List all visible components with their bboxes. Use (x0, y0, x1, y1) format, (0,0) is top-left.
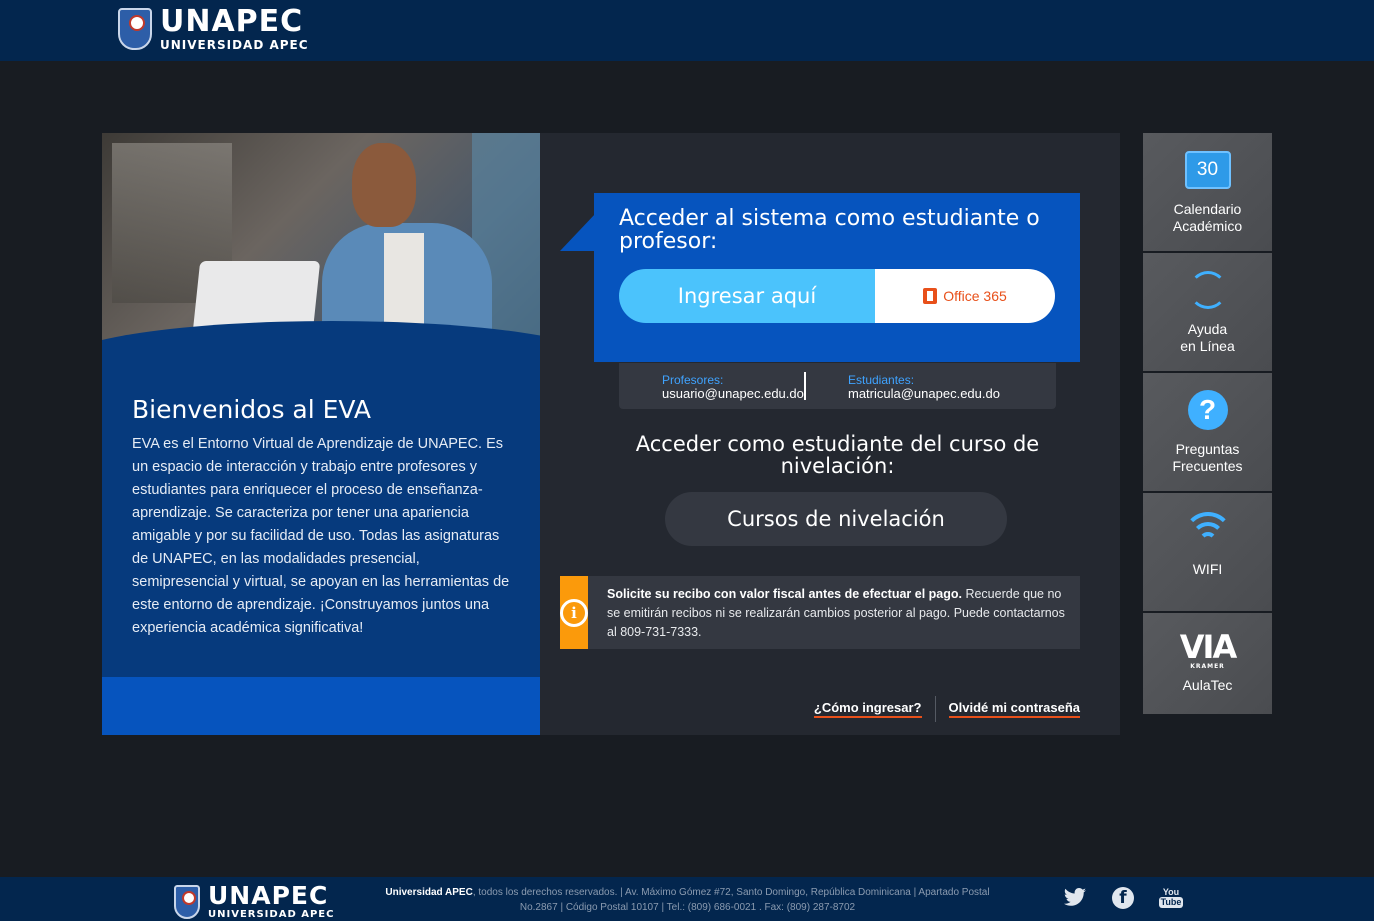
hint-students-value: matricula@unapec.edu.do (848, 386, 1000, 401)
hint-divider (804, 372, 806, 400)
login-title: Acceder al sistema como estudiante o pro… (619, 206, 1040, 254)
logo-subtitle: UNIVERSIDAD APEC (160, 38, 309, 52)
logo-title: UNAPEC (160, 4, 304, 39)
login-box-pointer (560, 213, 596, 251)
ingresar-button[interactable]: Ingresar aquí (619, 269, 875, 323)
footer-line2: No.2867 | Código Postal 10107 | Tel.: (8… (519, 902, 856, 913)
help-online-icon (1188, 271, 1227, 309)
welcome-footer-bar (102, 677, 540, 735)
notice-text: Solicite su recibo con valor fiscal ante… (588, 576, 1080, 649)
unapec-logo[interactable]: UNAPEC UNIVERSIDAD APEC (118, 7, 309, 51)
footer-logo-subtitle: UNIVERSIDAD APEC (208, 909, 335, 920)
footer-org: Universidad APEC (385, 887, 473, 898)
sidebar-item-aulatec[interactable]: VIA KRAMER AulaTec (1143, 613, 1272, 714)
how-to-login-link[interactable]: ¿Cómo ingresar? (813, 700, 922, 718)
youtube-tube-text: Tube (1158, 897, 1184, 908)
sidebar-label: Académico (1172, 218, 1243, 234)
help-links: ¿Cómo ingresar? Olvidé mi contraseña (813, 695, 1080, 723)
leveling-courses-button[interactable]: Cursos de nivelación (665, 492, 1007, 546)
welcome-title: Bienvenidos al EVA (132, 395, 372, 424)
unapec-shield-icon (118, 8, 152, 50)
info-icon: i (560, 598, 588, 627)
sidebar-label: Preguntas (1175, 441, 1240, 457)
social-links: f You Tube (1062, 885, 1208, 911)
via-logo-text: VIA (1179, 627, 1237, 666)
sidebar-item-calendar[interactable]: 30 Calendario Académico (1143, 133, 1272, 251)
sidebar-item-faq[interactable]: ? Preguntas Frecuentes (1143, 373, 1272, 491)
welcome-panel: Bienvenidos al EVA EVA es el Entorno Vir… (102, 133, 540, 735)
calendar-icon: 30 (1184, 151, 1231, 189)
sidebar-label: en Línea (1180, 338, 1235, 354)
sidebar-label: WIFI (1192, 561, 1223, 577)
footer-logo-title: UNAPEC (208, 881, 329, 910)
hint-professors-label: Profesores: (662, 373, 724, 387)
page-footer: UNAPEC UNIVERSIDAD APEC Universidad APEC… (0, 877, 1374, 921)
wifi-icon (1182, 512, 1233, 548)
facebook-icon[interactable]: f (1112, 887, 1134, 909)
office365-label: Office 365 (943, 288, 1007, 304)
links-divider (934, 696, 936, 722)
sidebar-item-help[interactable]: Ayuda en Línea (1143, 253, 1272, 371)
payment-notice: i Solicite su recibo con valor fiscal an… (560, 576, 1080, 649)
hint-professors-value: usuario@unapec.edu.do (662, 386, 804, 401)
footer-address: Universidad APEC, todos los derechos res… (380, 885, 995, 915)
hint-students-label: Estudiantes: (848, 373, 915, 387)
quick-links-sidebar: 30 Calendario Académico Ayuda en Línea ? P… (1143, 133, 1272, 714)
question-icon: ? (1187, 390, 1228, 430)
twitter-icon[interactable] (1062, 885, 1088, 911)
youtube-you-text: You (1162, 887, 1180, 897)
footer-line1: , todos los derechos reservados. | Av. M… (472, 887, 990, 898)
office365-button[interactable]: Office 365 (875, 269, 1055, 323)
sidebar-label: Frecuentes (1172, 458, 1243, 474)
login-buttons: Ingresar aquí Office 365 (619, 269, 1055, 323)
main-panel: Bienvenidos al EVA EVA es el Entorno Vir… (102, 133, 1120, 735)
sidebar-label: Ayuda (1187, 321, 1228, 337)
welcome-text: EVA es el Entorno Virtual de Aprendizaje… (132, 436, 510, 636)
leveling-title: Acceder como estudiante del curso de niv… (635, 432, 1040, 478)
sidebar-item-wifi[interactable]: WIFI (1143, 493, 1272, 611)
sidebar-label: Calendario (1173, 201, 1242, 217)
unapec-shield-icon (174, 884, 200, 919)
notice-bold-text: Solicite su recibo con valor fiscal ante… (607, 587, 962, 601)
login-box: Acceder al sistema como estudiante o pro… (594, 193, 1080, 362)
sidebar-label: AulaTec (1182, 677, 1233, 693)
footer-logo[interactable]: UNAPEC UNIVERSIDAD APEC (174, 883, 334, 920)
via-kramer-icon: VIA KRAMER (1179, 627, 1237, 670)
office-icon (923, 288, 938, 304)
login-hint: Profesores: usuario@unapec.edu.do Estudi… (619, 363, 1056, 409)
youtube-icon[interactable]: You Tube (1158, 885, 1184, 911)
top-header: UNAPEC UNIVERSIDAD APEC (0, 0, 1374, 61)
forgot-password-link[interactable]: Olvidé mi contraseña (948, 700, 1080, 718)
